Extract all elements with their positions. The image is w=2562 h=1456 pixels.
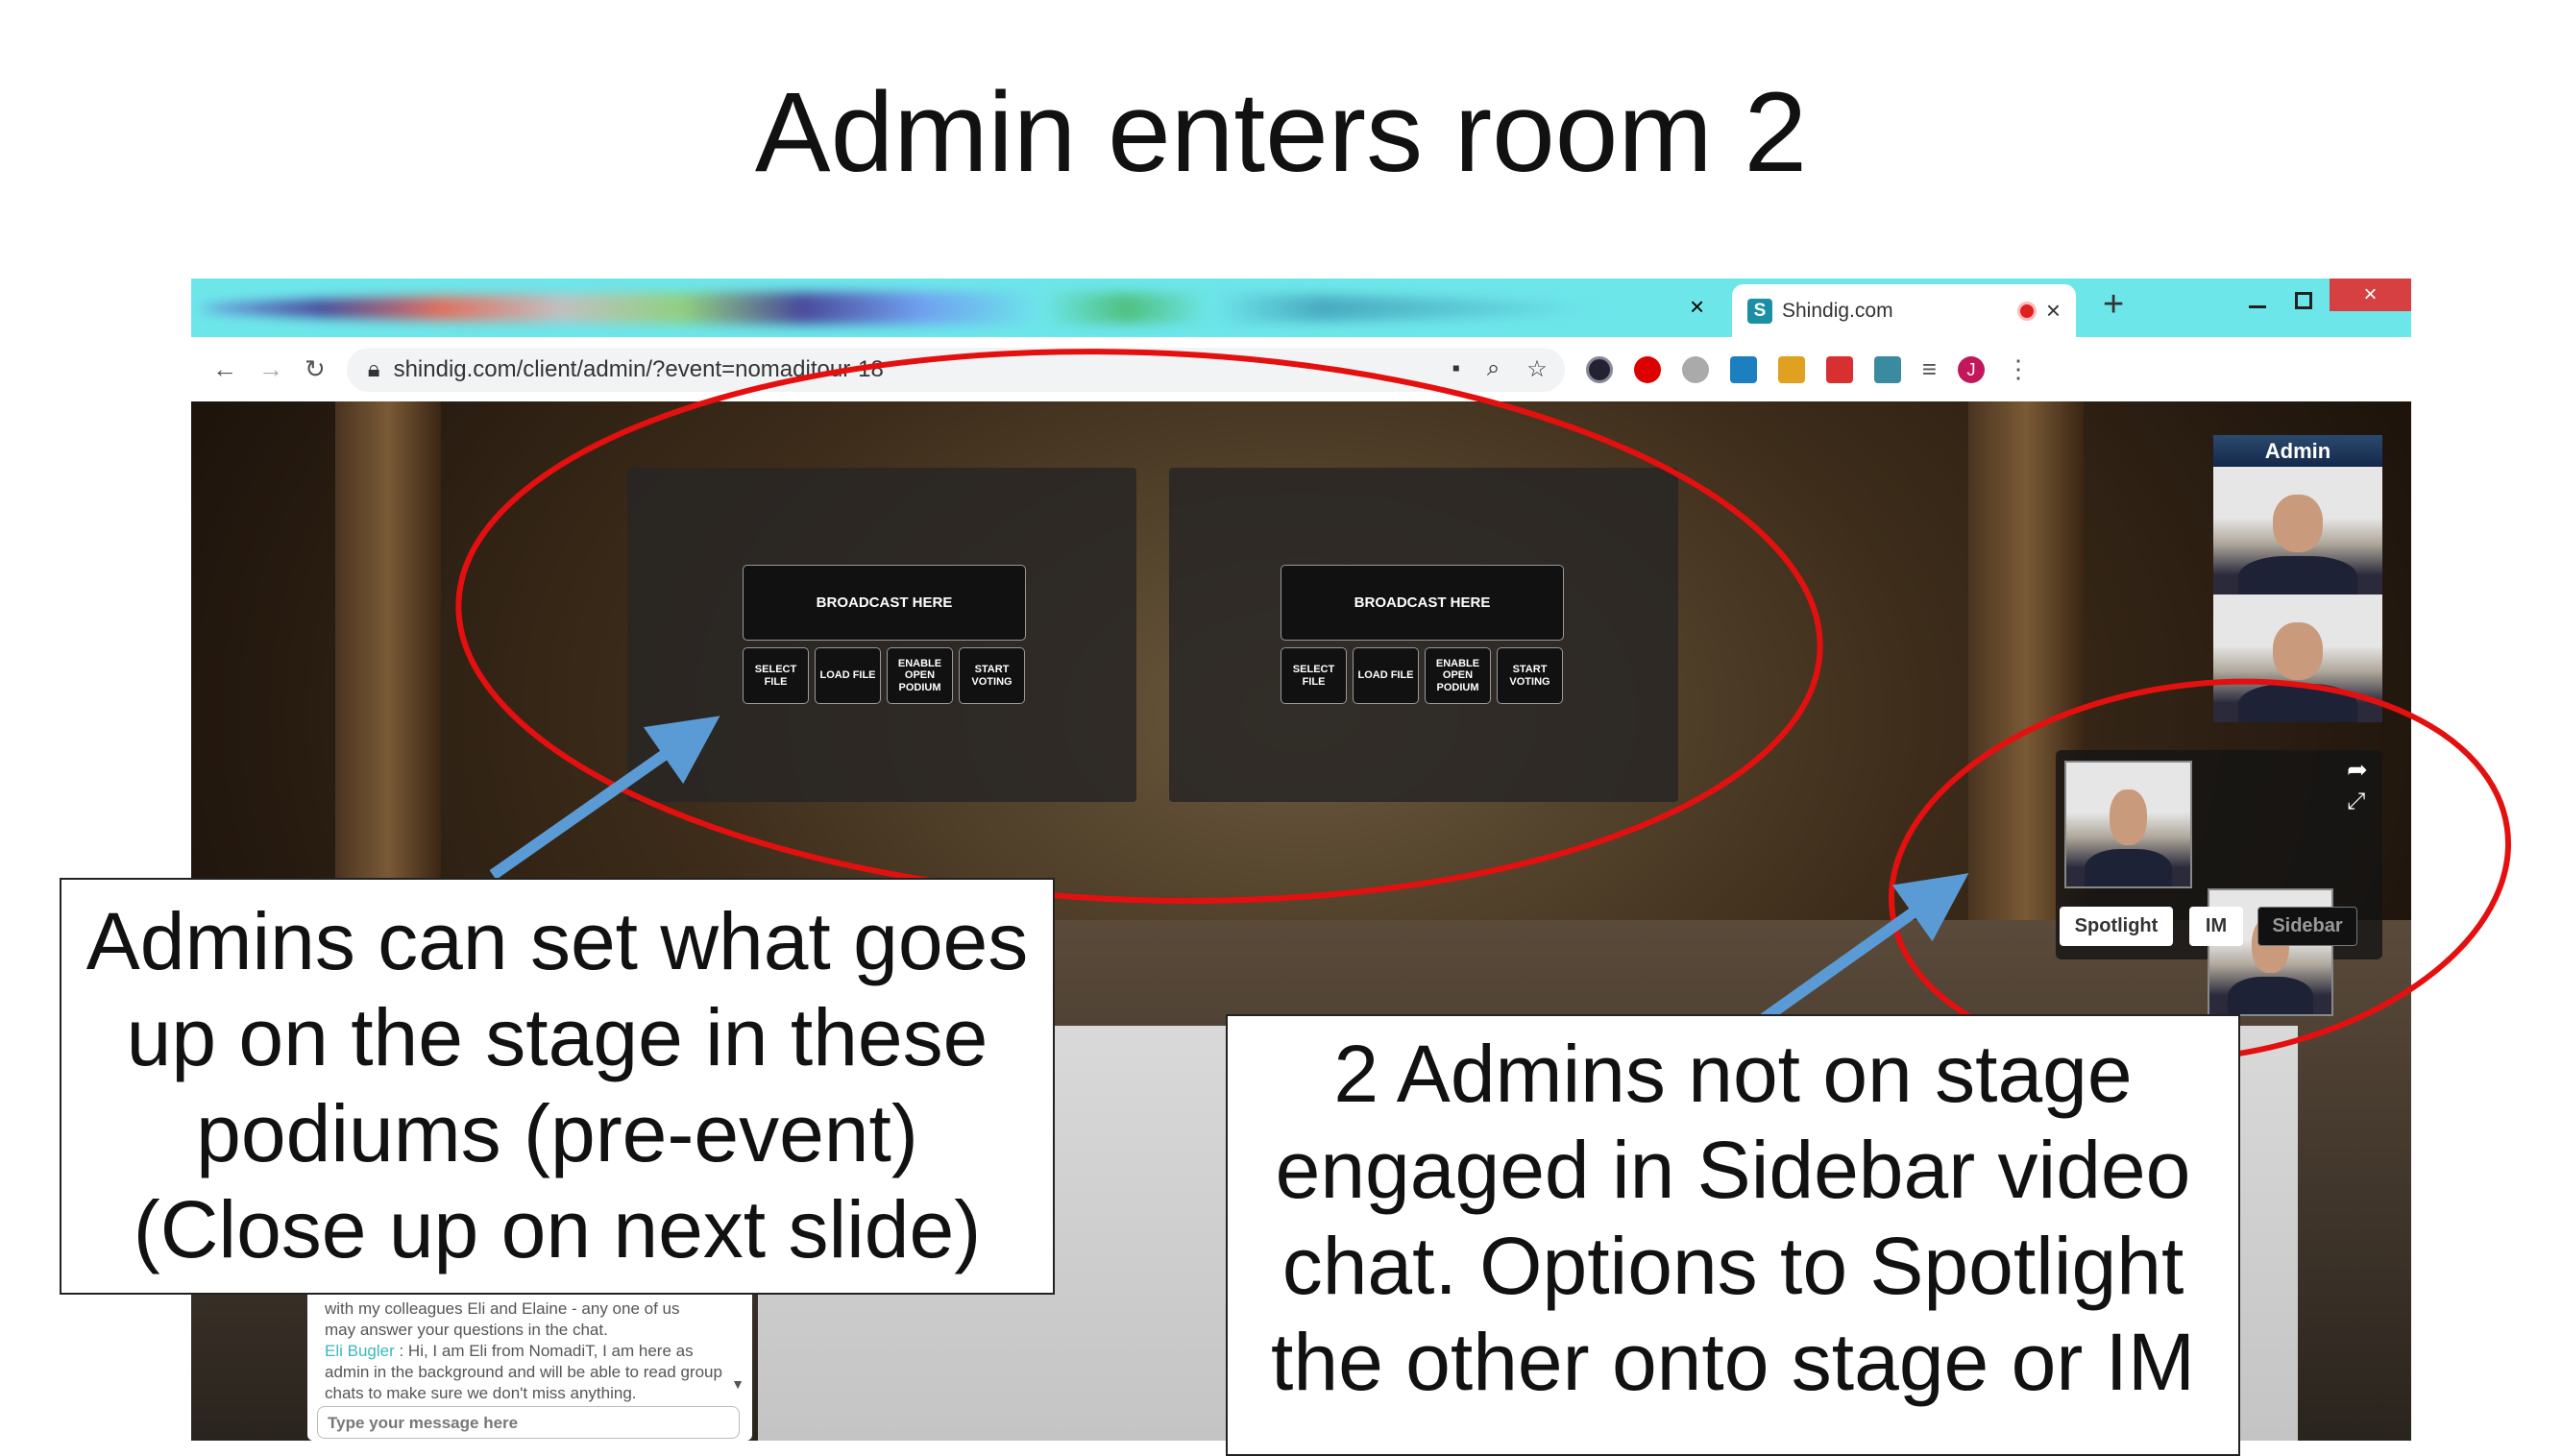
callout-line: (Close up on next slide) (133, 1184, 982, 1274)
callout-line: up on the stage in these (126, 992, 988, 1082)
callout-line: podiums (pre-event) (196, 1088, 918, 1178)
callout-line: the other onto stage or IM (1271, 1317, 2195, 1407)
callout-line: Admins can set what goes (85, 896, 1029, 986)
annotation-ellipse-podiums (455, 349, 1823, 904)
callout-line: chat. Options to Spotlight (1281, 1221, 2184, 1311)
callout-line: 2 Admins not on stage (1333, 1029, 2133, 1119)
callout-sidebar: 2 Admins not on stage engaged in Sidebar… (1226, 1014, 2240, 1456)
callout-podiums: Admins can set what goes up on the stage… (60, 878, 1055, 1295)
callout-line: engaged in Sidebar video (1275, 1125, 2191, 1215)
